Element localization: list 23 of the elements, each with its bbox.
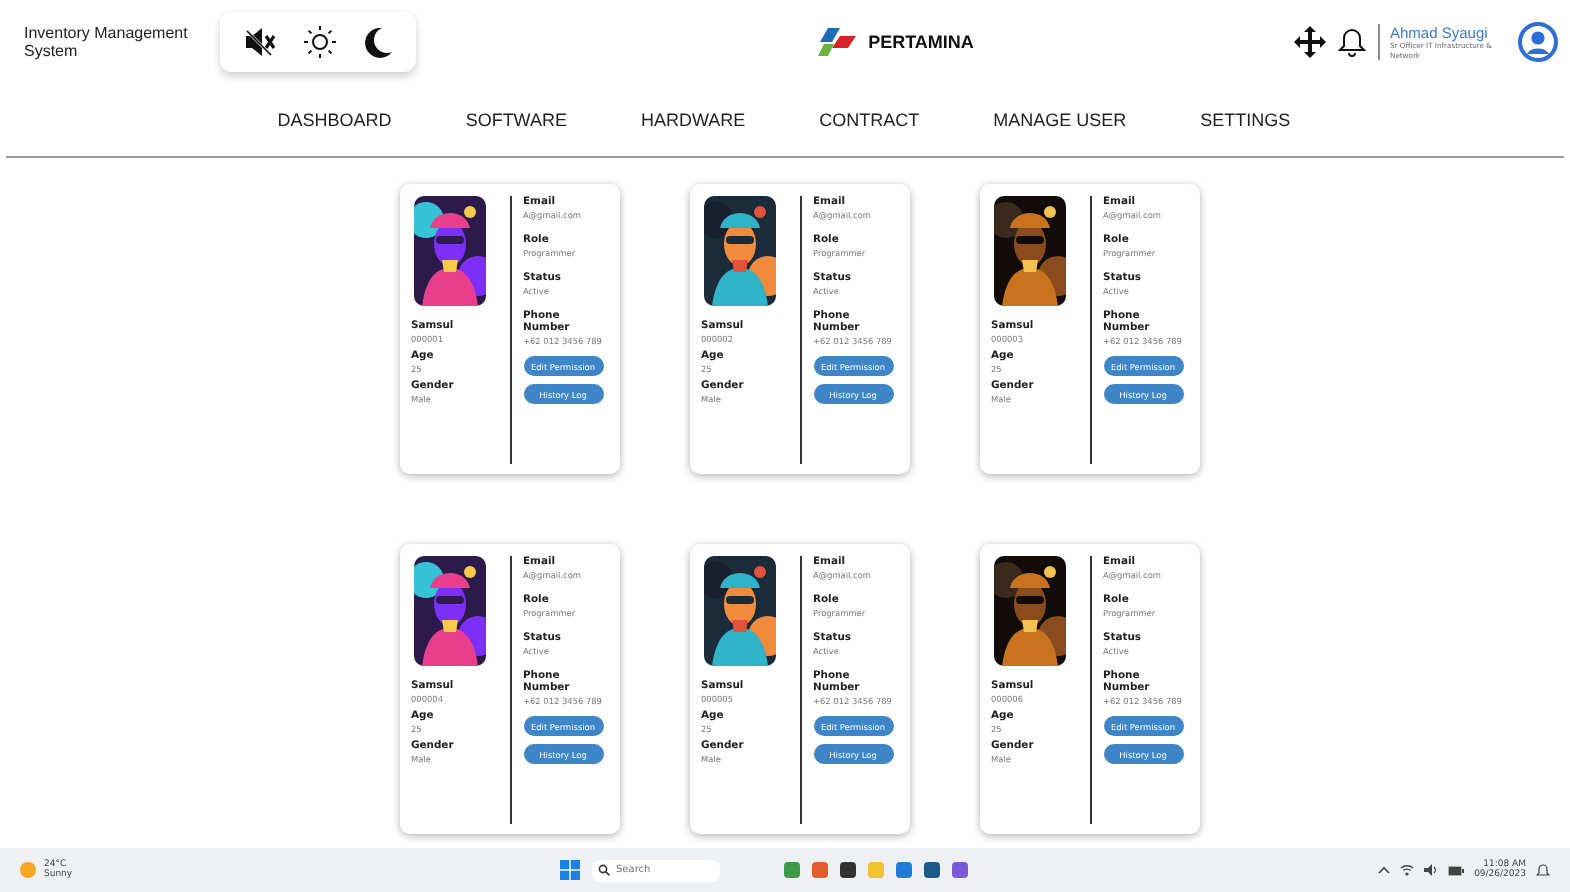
battery-icon[interactable] [1448,865,1465,875]
bell-icon[interactable] [1536,863,1550,877]
wifi-icon[interactable] [1400,864,1415,876]
bell-icon[interactable] [1338,27,1366,57]
move-icon[interactable] [1294,26,1326,58]
sun-icon [20,862,36,878]
nav-item[interactable]: SETTINGS [1176,110,1315,130]
logo-text: PERTAMINA [868,32,974,52]
nav-item[interactable]: HARDWARE [616,110,770,130]
app-title: Inventory Management System [24,23,190,61]
windows-icon[interactable] [560,860,580,880]
chevron-icon[interactable] [1378,866,1391,874]
mute-icon[interactable] [244,28,276,56]
nav-item[interactable]: CONTRACT [795,110,944,130]
avatar-icon[interactable] [1518,22,1558,62]
speaker-icon[interactable] [1424,864,1439,876]
sun-icon[interactable] [304,26,336,58]
nav-item[interactable]: MANAGE USER [969,110,1151,130]
logo-icon [816,28,861,56]
nav-item[interactable]: DASHBOARD [253,110,416,130]
nav-item[interactable]: SOFTWARE [441,110,591,130]
moon-icon[interactable] [364,27,392,57]
search-icon [598,864,610,876]
